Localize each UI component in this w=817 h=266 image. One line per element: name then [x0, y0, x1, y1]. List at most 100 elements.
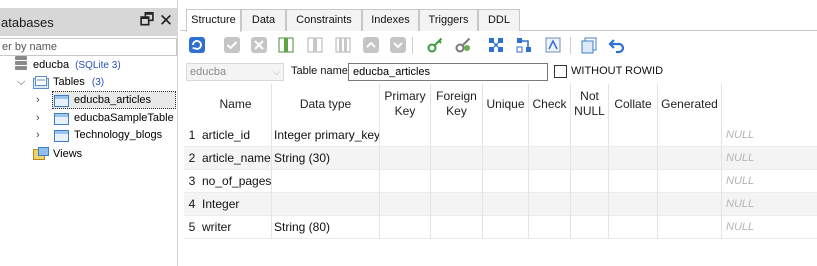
- tab-ddl[interactable]: DDL: [478, 9, 520, 31]
- chevron-right-icon[interactable]: ›: [36, 92, 40, 109]
- data-type-cell[interactable]: [272, 170, 380, 193]
- column-header[interactable]: Collate: [609, 84, 658, 124]
- column-name-cell[interactable]: no_of_pages: [200, 170, 272, 193]
- add-unique-icon[interactable]: [487, 36, 505, 54]
- filter-field[interactable]: [0, 38, 177, 56]
- table-name-input[interactable]: educba_articles: [348, 63, 548, 81]
- unique-cell[interactable]: [483, 147, 529, 170]
- chevron-right-icon[interactable]: ›: [36, 127, 40, 144]
- not-null-cell[interactable]: [571, 193, 609, 216]
- check-cell[interactable]: [529, 147, 571, 170]
- tab-triggers[interactable]: Triggers: [419, 9, 478, 31]
- add-check-icon[interactable]: [515, 36, 533, 54]
- foreign-key-cell[interactable]: [431, 170, 483, 193]
- column-name-cell[interactable]: article_name: [200, 147, 272, 170]
- add-foreign-key-icon[interactable]: [454, 36, 472, 54]
- default-cell[interactable]: NULL: [722, 193, 817, 216]
- check-cell[interactable]: [529, 193, 571, 216]
- refresh-icon[interactable]: [188, 36, 206, 54]
- generated-cell[interactable]: [658, 193, 722, 216]
- generated-cell[interactable]: [658, 170, 722, 193]
- primary-key-cell[interactable]: [380, 170, 431, 193]
- column-header[interactable]: Generated: [658, 84, 722, 124]
- table-row[interactable]: 5 writer String (80) NULL: [184, 216, 817, 239]
- data-type-cell[interactable]: [272, 193, 380, 216]
- primary-key-cell[interactable]: [380, 147, 431, 170]
- undo-icon[interactable]: [608, 36, 626, 54]
- generated-cell[interactable]: [658, 124, 722, 147]
- primary-key-cell[interactable]: [380, 216, 431, 239]
- table-row[interactable]: 2 article_name String (30) NULL: [184, 147, 817, 170]
- commit-icon[interactable]: [223, 36, 241, 54]
- add-primary-key-icon[interactable]: [426, 36, 444, 54]
- collate-cell[interactable]: [609, 147, 658, 170]
- tree-item-table[interactable]: educba_articles: [74, 92, 151, 109]
- tree-item-table[interactable]: Technology_blogs: [74, 127, 162, 144]
- move-down-icon[interactable]: [389, 36, 407, 54]
- unique-cell[interactable]: [483, 170, 529, 193]
- tab-constraints[interactable]: Constraints: [286, 9, 362, 31]
- foreign-key-cell[interactable]: [431, 124, 483, 147]
- close-icon[interactable]: ✕: [158, 12, 174, 30]
- unique-cell[interactable]: [483, 216, 529, 239]
- without-rowid-checkbox[interactable]: [554, 65, 567, 78]
- export-icon[interactable]: [580, 36, 598, 54]
- move-up-icon[interactable]: [362, 36, 380, 54]
- chevron-down-icon[interactable]: ⌵: [17, 74, 25, 91]
- collate-cell[interactable]: [609, 216, 658, 239]
- primary-key-cell[interactable]: [380, 124, 431, 147]
- column-header[interactable]: Not NULL: [571, 84, 609, 124]
- collate-cell[interactable]: [609, 170, 658, 193]
- check-cell[interactable]: [529, 124, 571, 147]
- add-not-null-icon[interactable]: [544, 36, 562, 54]
- default-cell[interactable]: NULL: [722, 216, 817, 239]
- column-header[interactable]: Name: [200, 84, 272, 124]
- primary-key-cell[interactable]: [380, 193, 431, 216]
- default-cell[interactable]: NULL: [722, 147, 817, 170]
- foreign-key-cell[interactable]: [431, 193, 483, 216]
- column-header[interactable]: Primary Key: [380, 84, 431, 124]
- tab-data[interactable]: Data: [241, 9, 286, 31]
- not-null-cell[interactable]: [571, 124, 609, 147]
- table-row[interactable]: 3 no_of_pages NULL: [184, 170, 817, 193]
- data-type-cell[interactable]: String (30): [272, 147, 380, 170]
- schema-select[interactable]: educba ⌵: [186, 63, 284, 81]
- rollback-icon[interactable]: [250, 36, 268, 54]
- foreign-key-cell[interactable]: [431, 147, 483, 170]
- check-cell[interactable]: [529, 170, 571, 193]
- data-type-cell[interactable]: String (80): [272, 216, 380, 239]
- column-header[interactable]: Data type: [272, 84, 380, 124]
- table-row[interactable]: 1 article_id Integer primary_key NULL: [184, 124, 817, 147]
- tree-item-views[interactable]: Views: [53, 146, 82, 163]
- column-name-cell[interactable]: Integer: [200, 193, 272, 216]
- collate-cell[interactable]: [609, 124, 658, 147]
- default-cell[interactable]: NULL: [722, 170, 817, 193]
- column-header[interactable]: Unique: [483, 84, 529, 124]
- generated-cell[interactable]: [658, 216, 722, 239]
- delete-column-icon[interactable]: [334, 36, 352, 54]
- undock-icon[interactable]: 🗗: [139, 12, 155, 30]
- not-null-cell[interactable]: [571, 147, 609, 170]
- insert-column-icon[interactable]: [306, 36, 324, 54]
- data-type-cell[interactable]: Integer primary_key: [272, 124, 380, 147]
- tree-item-database[interactable]: educba (SQLite 3): [33, 57, 121, 74]
- chevron-right-icon[interactable]: ›: [36, 110, 40, 127]
- column-header[interactable]: Check: [529, 84, 571, 124]
- check-cell[interactable]: [529, 216, 571, 239]
- table-row[interactable]: 4 Integer NULL: [184, 193, 817, 216]
- unique-cell[interactable]: [483, 193, 529, 216]
- not-null-cell[interactable]: [571, 216, 609, 239]
- tab-indexes[interactable]: Indexes: [362, 9, 419, 31]
- column-header[interactable]: Foreign Key: [431, 84, 483, 124]
- filter-input[interactable]: [0, 39, 176, 55]
- column-name-cell[interactable]: article_id: [200, 124, 272, 147]
- column-name-cell[interactable]: writer: [200, 216, 272, 239]
- generated-cell[interactable]: [658, 147, 722, 170]
- add-column-icon[interactable]: [277, 36, 295, 54]
- tree-item-tables[interactable]: Tables (3): [53, 74, 104, 91]
- collate-cell[interactable]: [609, 193, 658, 216]
- tab-structure[interactable]: Structure: [186, 9, 241, 32]
- default-cell[interactable]: NULL: [722, 124, 817, 147]
- unique-cell[interactable]: [483, 124, 529, 147]
- not-null-cell[interactable]: [571, 170, 609, 193]
